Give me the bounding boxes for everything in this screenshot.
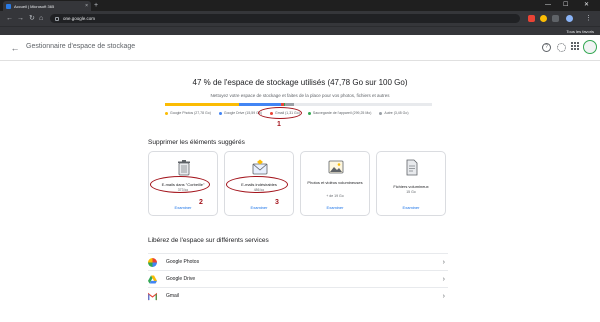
storage-subline: Nettoyez votre espace de stockage et fai… — [210, 93, 390, 98]
suggestion-card-files[interactable]: Fichiers volumineux 15 Go Examiner — [376, 151, 446, 216]
browser-menu-icon[interactable]: ⋮ — [585, 13, 592, 24]
tab-close-icon[interactable]: × — [85, 3, 88, 9]
google-drive-icon — [148, 274, 157, 284]
legend-label: Sauvegarde de l'appareil (299,25 Mo) — [312, 111, 372, 115]
service-label: Gmail — [166, 293, 180, 299]
address-url: one.google.com — [63, 16, 96, 21]
browser-tab[interactable]: Accueil | Microsoft 365 × — [3, 1, 91, 11]
annotation-number: 1 — [277, 121, 281, 128]
legend-label: Google Drive (15,59 Go) — [223, 111, 262, 115]
apps-grid-icon[interactable] — [571, 42, 579, 50]
profile-icon[interactable] — [566, 15, 573, 22]
browser-toolbar: ← → ↻ ⌂ one.google.com ⋮ — [0, 11, 600, 26]
app-header: ← Gestionnaire d'espace de stockage ? — [0, 35, 600, 61]
chevron-right-icon: › — [442, 292, 445, 300]
service-label: Google Photos — [166, 259, 200, 265]
suggestion-card-photos[interactable]: Photos et vidéos volumineuses + de 19 Go… — [300, 151, 370, 216]
legend-item: Google Drive (15,59 Go) — [218, 111, 262, 115]
gear-icon[interactable] — [557, 43, 566, 52]
browser-tab-strip: Accueil | Microsoft 365 × + — ☐ ✕ — [0, 0, 600, 11]
trash-icon — [178, 160, 190, 176]
card-size: + de 19 Go — [326, 194, 344, 198]
suggestions-title: Supprimer les éléments suggérés — [148, 139, 245, 146]
annotation-ellipse — [226, 176, 288, 193]
avatar[interactable] — [583, 40, 597, 54]
chevron-right-icon: › — [442, 258, 445, 266]
usage-segment — [285, 103, 295, 106]
card-size: 15 Go — [406, 190, 416, 194]
card-title: Photos et vidéos volumineuses — [307, 180, 363, 185]
legend-item: Sauvegarde de l'appareil (299,25 Mo) — [307, 111, 372, 115]
service-label: Google Drive — [166, 276, 196, 282]
storage-usage-bar — [165, 103, 432, 106]
extension-icon[interactable] — [540, 15, 547, 22]
browser-forward-icon[interactable]: → — [17, 13, 24, 24]
extension-icon[interactable] — [528, 15, 535, 22]
service-row-drive[interactable]: Google Drive › — [148, 270, 448, 287]
review-button[interactable]: Examiner — [301, 205, 369, 210]
review-button[interactable]: Examiner — [377, 205, 445, 210]
annotation-ellipse — [150, 176, 210, 193]
legend-label: Google Photos (27,78 Go) — [170, 111, 211, 115]
review-button[interactable]: Examiner — [149, 205, 217, 210]
google-photos-icon — [148, 257, 157, 267]
review-button[interactable]: Examiner — [225, 205, 293, 210]
reload-icon[interactable]: ↻ — [29, 13, 35, 24]
usage-segment — [165, 103, 240, 106]
service-row-photos[interactable]: Google Photos › — [148, 253, 448, 270]
services-title: Libérez de l'espace sur différents servi… — [148, 237, 269, 244]
legend-label: Autre (3,45 Go) — [384, 111, 409, 115]
address-bar[interactable]: one.google.com — [50, 14, 520, 23]
microsoft-favicon-icon — [6, 3, 11, 9]
site-info-icon[interactable] — [55, 16, 59, 21]
file-icon — [406, 159, 418, 176]
annotation-ellipse — [258, 107, 302, 119]
usage-segment — [239, 103, 281, 106]
annotation-number: 3 — [275, 199, 279, 206]
legend-dot-icon — [218, 111, 222, 115]
storage-headline: 47 % de l'espace de stockage utilisés (4… — [192, 78, 408, 87]
service-row-gmail[interactable]: Gmail › — [148, 287, 448, 304]
page-title: Gestionnaire d'espace de stockage — [26, 43, 136, 50]
tab-title: Accueil | Microsoft 365 — [14, 3, 55, 9]
card-title: Fichiers volumineux — [393, 184, 429, 189]
home-icon[interactable]: ⌂ — [39, 13, 43, 24]
bookmarks-bar: Tous les favoris — [0, 26, 600, 35]
arrow-back-icon[interactable]: ← — [8, 41, 22, 55]
legend-dot-icon — [379, 111, 383, 115]
minimize-button[interactable]: — — [545, 0, 551, 10]
new-tab-button[interactable]: + — [94, 1, 98, 10]
spam-mail-icon — [252, 159, 268, 175]
help-icon[interactable]: ? — [542, 43, 551, 52]
all-bookmarks[interactable]: Tous les favoris — [566, 28, 594, 35]
gmail-icon — [148, 292, 157, 300]
close-window-button[interactable]: ✕ — [584, 0, 589, 10]
legend-dot-icon — [165, 111, 168, 115]
chevron-right-icon: › — [442, 275, 445, 283]
legend-item: Google Photos (27,78 Go) — [165, 111, 211, 115]
legend-dot-icon — [307, 111, 311, 115]
legend-item: Autre (3,45 Go) — [379, 111, 409, 115]
extensions-puzzle-icon[interactable] — [552, 15, 559, 22]
maximize-button[interactable]: ☐ — [563, 0, 568, 10]
annotation-number: 2 — [199, 199, 203, 206]
browser-back-icon[interactable]: ← — [6, 13, 13, 24]
photo-icon — [328, 160, 344, 174]
